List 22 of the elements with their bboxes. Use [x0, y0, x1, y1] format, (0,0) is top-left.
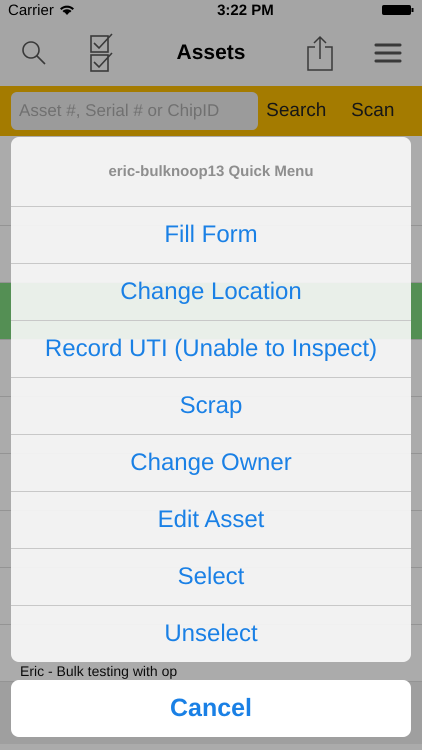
battery-icon — [382, 4, 414, 16]
menu-option[interactable]: Unselect — [11, 605, 411, 662]
menu-option[interactable]: Select — [11, 548, 411, 605]
menu-option[interactable]: Change Owner — [11, 434, 411, 491]
nav-title: Assets — [176, 41, 246, 65]
status-time: 3:22 PM — [217, 2, 274, 18]
menu-option[interactable]: Scrap — [11, 377, 411, 434]
search-bar-button[interactable]: Scan — [334, 96, 411, 126]
wifi-icon — [58, 4, 75, 16]
share-icon[interactable] — [307, 35, 333, 71]
checkboxes-icon[interactable] — [90, 33, 114, 73]
cancel-button[interactable]: Cancel — [11, 680, 411, 737]
carrier-label: Carrier — [8, 2, 54, 18]
menu-icon[interactable] — [374, 43, 402, 63]
search-icon[interactable] — [21, 40, 47, 66]
row-subtitle: Eric - Bulk testing with op — [20, 664, 178, 678]
menu-option[interactable]: Fill Form — [11, 206, 411, 263]
sheet-title: eric-bulknoop13 Quick Menu — [107, 162, 315, 182]
menu-option[interactable]: Change Location — [11, 263, 411, 320]
menu-option[interactable]: Edit Asset — [11, 491, 411, 548]
menu-option[interactable]: Record UTI (Unable to Inspect) — [11, 320, 411, 377]
search-bar-button[interactable]: Search — [258, 96, 334, 126]
